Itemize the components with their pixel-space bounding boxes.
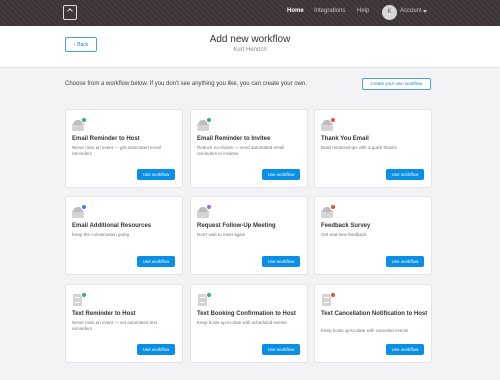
nav-home[interactable]: Home (287, 8, 304, 14)
card-description: Never miss an event — get automated emai… (72, 145, 161, 156)
nav-integrations[interactable]: Integrations (314, 8, 345, 14)
workflow-card[interactable]: Email Additional Resources Keep the conv… (65, 196, 183, 275)
text-doc-icon (321, 292, 339, 307)
workflow-card[interactable]: Text Booking Confirmation to Host Keep h… (190, 284, 308, 363)
use-workflow-button[interactable]: Use workflow (262, 256, 300, 267)
text-doc-icon (72, 292, 90, 307)
use-workflow-button[interactable]: Use workflow (386, 169, 424, 180)
workflow-card[interactable]: Thank You Email Build relationships with… (314, 109, 432, 188)
page-header: ‹ Back Add new workflow Kurt Henrich (0, 26, 500, 68)
workflow-card[interactable]: Text Reminder to Host Never miss an even… (65, 284, 183, 363)
intro-text: Choose from a workflow below. If you don… (65, 81, 307, 87)
use-workflow-button[interactable]: Use workflow (386, 344, 424, 355)
workflow-card[interactable]: Email Reminder to Host Never miss an eve… (65, 109, 183, 188)
card-title: Text Booking Confirmation to Host (197, 311, 296, 317)
card-description: Build relationships with a quick thanks (321, 145, 397, 150)
account-menu[interactable]: Account (400, 8, 422, 14)
use-workflow-button[interactable]: Use workflow (262, 169, 300, 180)
card-description: Keep hosts up-to-date with scheduled eve… (197, 320, 287, 325)
email-icon (321, 204, 339, 219)
card-title: Request Follow-Up Meeting (197, 223, 276, 229)
card-title: Text Reminder to Host (72, 311, 136, 317)
chevron-down-icon[interactable] (423, 10, 427, 13)
card-description: Never miss an event — set automated text… (72, 320, 158, 331)
page-subtitle: Kurt Henrich (233, 47, 267, 53)
workflow-card[interactable]: Feedback Survey Get real-time feedback U… (314, 196, 432, 275)
use-workflow-button[interactable]: Use workflow (137, 169, 175, 180)
email-icon (321, 117, 339, 132)
card-title: Email Reminder to Host (72, 136, 140, 142)
email-icon (72, 204, 90, 219)
card-description: Reduce no-shows — send automated email r… (197, 145, 285, 156)
use-workflow-button[interactable]: Use workflow (137, 256, 175, 267)
top-navbar: Home Integrations Help K Account (0, 0, 500, 26)
workflow-card[interactable]: Email Reminder to Invitee Reduce no-show… (190, 109, 308, 188)
workflow-card[interactable]: Request Follow-Up Meeting Don't wait to … (190, 196, 308, 275)
card-title: Thank You Email (321, 136, 369, 142)
use-workflow-button[interactable]: Use workflow (386, 256, 424, 267)
nav-help[interactable]: Help (357, 8, 369, 14)
card-description: Don't wait to meet again (197, 232, 246, 237)
card-description: Get real-time feedback (321, 232, 367, 237)
email-icon (197, 117, 215, 132)
card-description: Keep hosts up-to-date with canceled even… (321, 328, 409, 333)
email-icon (197, 204, 215, 219)
avatar[interactable]: K (382, 5, 397, 20)
card-title: Email Additional Resources (72, 223, 152, 229)
create-workflow-button[interactable]: Create your own workflow (362, 78, 431, 90)
card-description: Keep the conversation going (72, 232, 130, 237)
workflow-card[interactable]: Text Cancellation Notification to Host K… (314, 284, 432, 363)
page-title: Add new workflow (209, 34, 291, 45)
card-title: Feedback Survey (321, 223, 371, 229)
card-title: Email Reminder to Invitee (197, 136, 271, 142)
logo-icon[interactable] (63, 5, 77, 20)
text-doc-icon (197, 292, 215, 307)
use-workflow-button[interactable]: Use workflow (137, 344, 175, 355)
use-workflow-button[interactable]: Use workflow (262, 344, 300, 355)
email-icon (72, 117, 90, 132)
card-title: Text Cancellation Notification to Host (321, 311, 428, 317)
